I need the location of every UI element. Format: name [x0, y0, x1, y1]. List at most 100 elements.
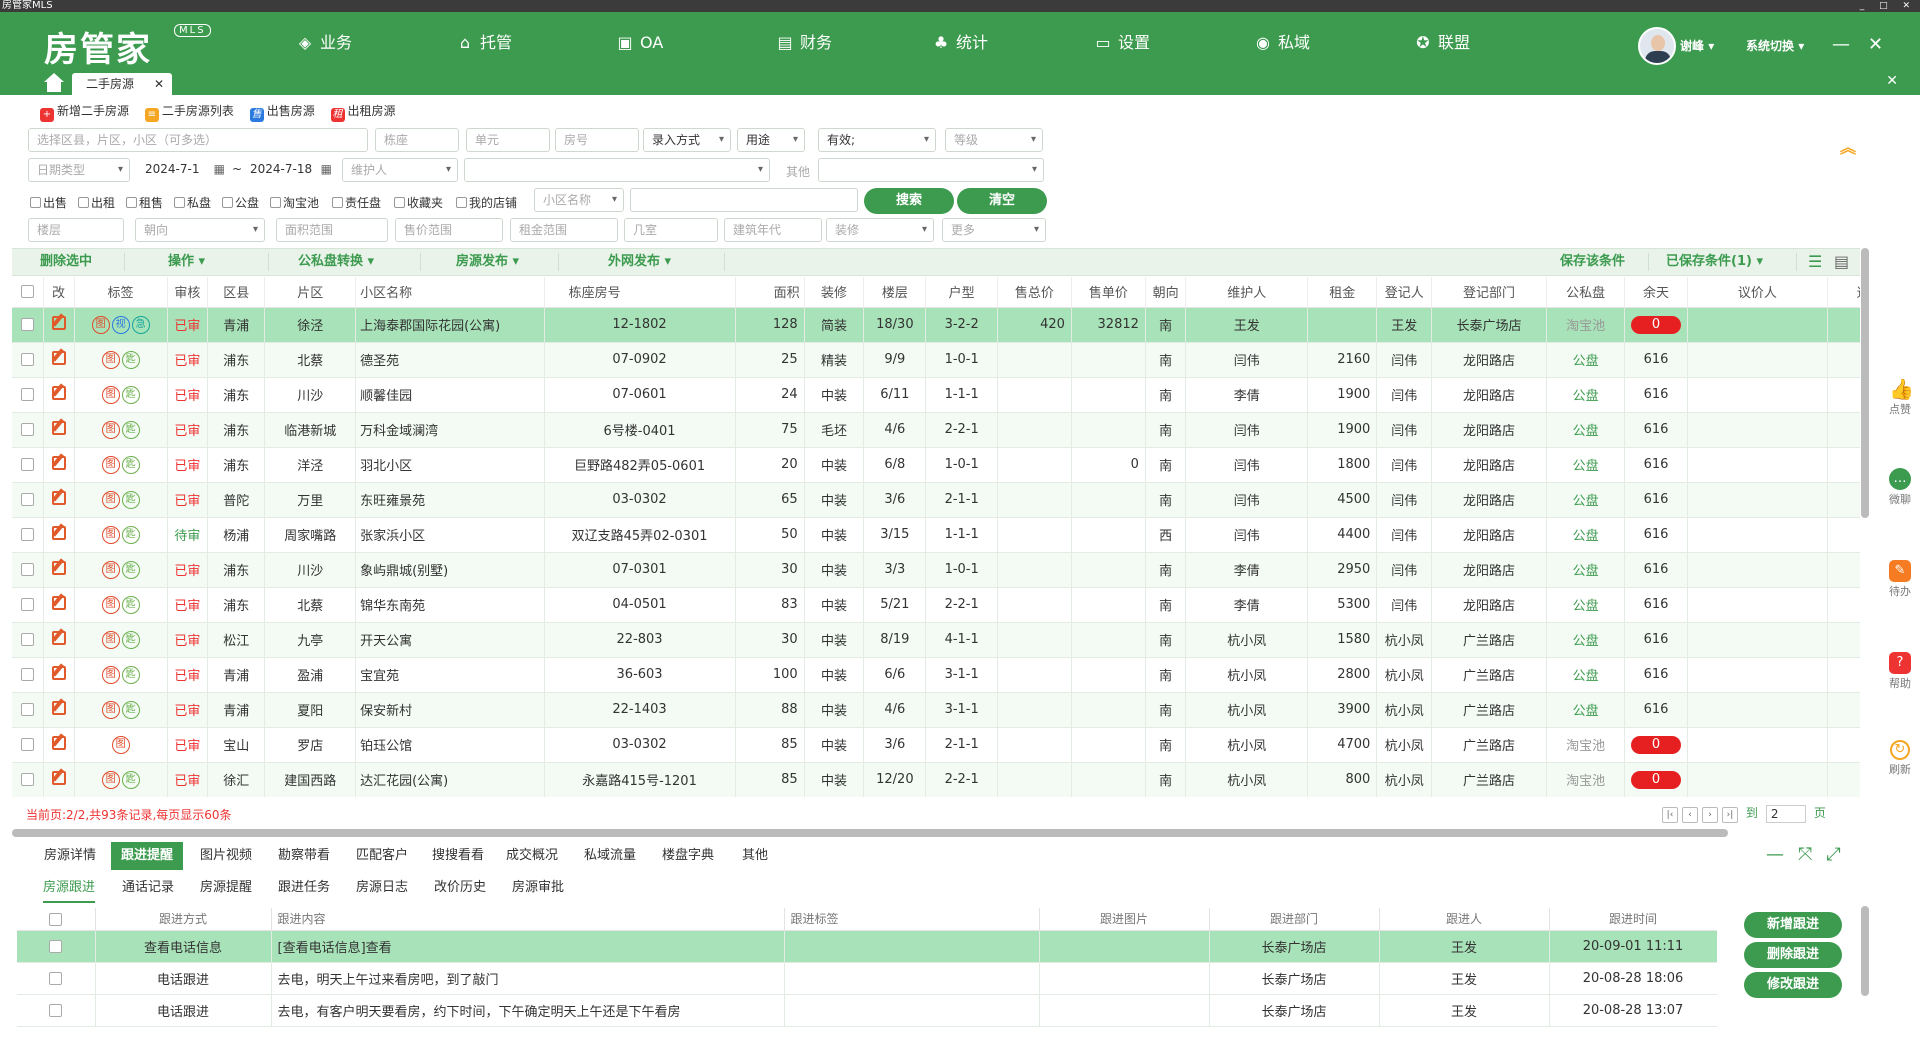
rent-range-input[interactable]: 租金范围: [510, 218, 618, 242]
row-checkbox[interactable]: [12, 482, 44, 518]
follow-select-all-checkbox[interactable]: [17, 908, 96, 931]
table-row[interactable]: 图匙已审 浦东 临港新城 万科金域澜湾 6号楼-0401 75 毛坯 4/6 2-2-1 南闫伟 1…: [12, 412, 1860, 448]
unit-input[interactable]: 单元: [466, 128, 550, 152]
edit-icon[interactable]: [43, 692, 75, 728]
edit-icon[interactable]: [43, 517, 75, 553]
check-rent[interactable]: 出租: [78, 194, 115, 211]
row-checkbox[interactable]: [12, 552, 44, 588]
row-checkbox[interactable]: [12, 412, 44, 448]
saved-conditions-menu[interactable]: 已保存条件(1) ▾: [1666, 249, 1763, 275]
search-button[interactable]: 搜索: [864, 188, 954, 214]
todo-button[interactable]: ✎ 待办: [1888, 560, 1912, 598]
edit-icon[interactable]: [43, 657, 75, 693]
table-row[interactable]: 图视急已审 青浦 徐泾 上海泰郡国际花园(公寓) 12-1802 128 简装 18/30 3-…: [12, 307, 1860, 343]
community-name[interactable]: 象屿鼎城(别墅): [355, 552, 545, 588]
minimize-panel-icon[interactable]: —: [1766, 844, 1798, 865]
house-list-link[interactable]: ≡ 二手房源列表: [144, 104, 240, 122]
maintainer-select[interactable]: 维护人 ▾: [342, 158, 458, 182]
table-row[interactable]: 图匙已审 松江 九亭 开天公寓 22-803 30 中装 8/19 4-1-1 南杭小凤 1580 杭…: [12, 622, 1860, 658]
date-type-select[interactable]: 日期类型 ▾: [28, 158, 130, 182]
edit-icon[interactable]: [43, 762, 75, 797]
check-favorites[interactable]: 收藏夹: [394, 194, 443, 211]
community-name[interactable]: 张家浜小区: [355, 517, 545, 553]
follow-checkbox[interactable]: [17, 994, 96, 1027]
home-icon[interactable]: [42, 73, 66, 93]
subtab-approval[interactable]: 房源审批: [512, 875, 564, 901]
follow-row[interactable]: 电话跟进 去电，有客户明天要看房，约下时间，下午确定明天上午还是下午看房 长泰广场店…: [17, 994, 1717, 1027]
check-sale[interactable]: 出售: [30, 194, 67, 211]
follow-checkbox[interactable]: [17, 962, 96, 995]
first-page-icon[interactable]: |‹: [1662, 807, 1678, 823]
nav-finance[interactable]: ▤ 财务: [776, 32, 832, 54]
window-controls[interactable]: _ □ ✕: [1860, 0, 1916, 12]
building-input[interactable]: 栋座: [375, 128, 459, 152]
operate-menu[interactable]: 操作 ▾: [168, 249, 205, 275]
level-select[interactable]: 等级 ▾: [945, 128, 1043, 152]
orientation-select[interactable]: 朝向 ▾: [135, 218, 265, 242]
community-name[interactable]: 开天公寓: [355, 622, 545, 658]
close-icon[interactable]: ✕: [1868, 34, 1883, 55]
rooms-input[interactable]: 几室: [624, 218, 718, 242]
edit-icon[interactable]: [43, 587, 75, 623]
maintainer-detail-select[interactable]: ▾: [464, 158, 770, 182]
check-my-store[interactable]: 我的店铺: [456, 194, 517, 211]
list-view-icon[interactable]: ☰: [1808, 249, 1822, 275]
tab-search-view[interactable]: 搜搜看看: [432, 842, 484, 870]
row-checkbox[interactable]: [12, 517, 44, 553]
tab-survey[interactable]: 勘察带看: [278, 842, 330, 870]
delete-follow-button[interactable]: 删除跟进: [1744, 942, 1842, 968]
table-row[interactable]: 图匙已审 浦东 北蔡 德圣苑 07-0902 25 精装 9/9 1-0-1 南闫伟 2160 闫伟龙…: [12, 342, 1860, 378]
publish-menu[interactable]: 房源发布 ▾: [456, 249, 519, 275]
clear-button[interactable]: 清空: [957, 188, 1047, 214]
modify-follow-button[interactable]: 修改跟进: [1744, 972, 1842, 998]
collapse-up-icon[interactable]: ︽: [1840, 134, 1856, 158]
detail-view-icon[interactable]: ▤: [1834, 249, 1849, 275]
date-from-input[interactable]: 2024-7-1 ▦: [137, 158, 231, 182]
row-checkbox[interactable]: [12, 622, 44, 658]
usage-select[interactable]: 用途 ▾: [737, 128, 805, 152]
nav-settings[interactable]: ▭ 设置: [1094, 32, 1150, 54]
delete-selected-button[interactable]: 删除选中: [40, 249, 92, 275]
edit-icon[interactable]: [43, 727, 75, 763]
tab-building-dict[interactable]: 楼盘字典: [662, 842, 714, 870]
system-switch[interactable]: 系统切换 ▾: [1746, 37, 1804, 54]
community-name[interactable]: 锦华东南苑: [355, 587, 545, 623]
edit-icon[interactable]: [43, 482, 75, 518]
row-checkbox[interactable]: [12, 307, 44, 343]
table-row[interactable]: 图匙已审 浦东 川沙 顺馨佳园 07-0601 24 中装 6/11 1-1-1 南李倩 1900 闫…: [12, 377, 1860, 413]
tab-photos-videos[interactable]: 图片视频: [200, 842, 252, 870]
row-checkbox[interactable]: [12, 657, 44, 693]
area-range-input[interactable]: 面积范围: [276, 218, 388, 242]
avatar[interactable]: [1638, 27, 1676, 65]
community-name[interactable]: 达汇花园(公寓): [355, 762, 545, 797]
edit-icon[interactable]: [43, 307, 75, 343]
nav-custody[interactable]: ⌂ 托管: [456, 32, 512, 54]
check-responsibility[interactable]: 责任盘: [332, 194, 381, 211]
table-row[interactable]: 图匙待审 杨浦 周家嘴路 张家浜小区 双辽支路45弄02-0301 50 中装 3/15 1-1…: [12, 517, 1860, 553]
edit-icon[interactable]: [43, 552, 75, 588]
table-row[interactable]: 图匙已审 浦东 北蔡 锦华东南苑 04-0501 83 中装 5/21 2-2-1 南李倩 5300…: [12, 587, 1860, 623]
region-selector[interactable]: 选择区县，片区，小区（可多选）: [28, 128, 368, 152]
follow-row[interactable]: 电话跟进 去电，明天上午过来看房吧，到了敲门 长泰广场店 王发 20-08-28 18:…: [17, 962, 1717, 995]
table-row[interactable]: 图匙已审 普陀 万里 东旺雍景苑 03-0302 65 中装 3/6 2-1-1 南闫伟 4500 闫…: [12, 482, 1860, 518]
community-name[interactable]: 万科金域澜湾: [355, 412, 545, 448]
row-checkbox[interactable]: [12, 377, 44, 413]
table-row[interactable]: 图匙已审 浦东 洋泾 羽北小区 巨野路482弄05-0601 20 中装 6/8 1-0-1 0 南…: [12, 447, 1860, 483]
nav-alliance[interactable]: ✪ 联盟: [1414, 32, 1470, 54]
tab-close-icon[interactable]: ✕: [154, 73, 164, 95]
rent-house-link[interactable]: 租出租房源: [330, 104, 402, 122]
tab-follow-reminder[interactable]: 跟进提醒: [111, 842, 184, 870]
help-button[interactable]: ? 帮助: [1888, 652, 1912, 690]
table-row[interactable]: 图匙已审 浦东 川沙 象屿鼎城(别墅) 07-0301 30 中装 3/3 1-0-1 南李倩 29…: [12, 552, 1860, 588]
add-follow-button[interactable]: 新增跟进: [1744, 912, 1842, 938]
edit-icon[interactable]: [43, 342, 75, 378]
save-condition-button[interactable]: 保存该条件: [1560, 249, 1625, 275]
select-all-checkbox[interactable]: [12, 277, 44, 308]
external-publish-menu[interactable]: 外网发布 ▾: [608, 249, 671, 275]
tab-house-detail[interactable]: 房源详情: [44, 842, 96, 870]
check-private[interactable]: 私盘: [174, 194, 211, 211]
next-page-icon[interactable]: ›: [1702, 807, 1718, 823]
entry-method-select[interactable]: 录入方式 ▾: [643, 128, 731, 152]
subtab-follow[interactable]: 房源跟进: [43, 875, 96, 903]
check-taobao-pool[interactable]: 淘宝池: [270, 194, 319, 211]
